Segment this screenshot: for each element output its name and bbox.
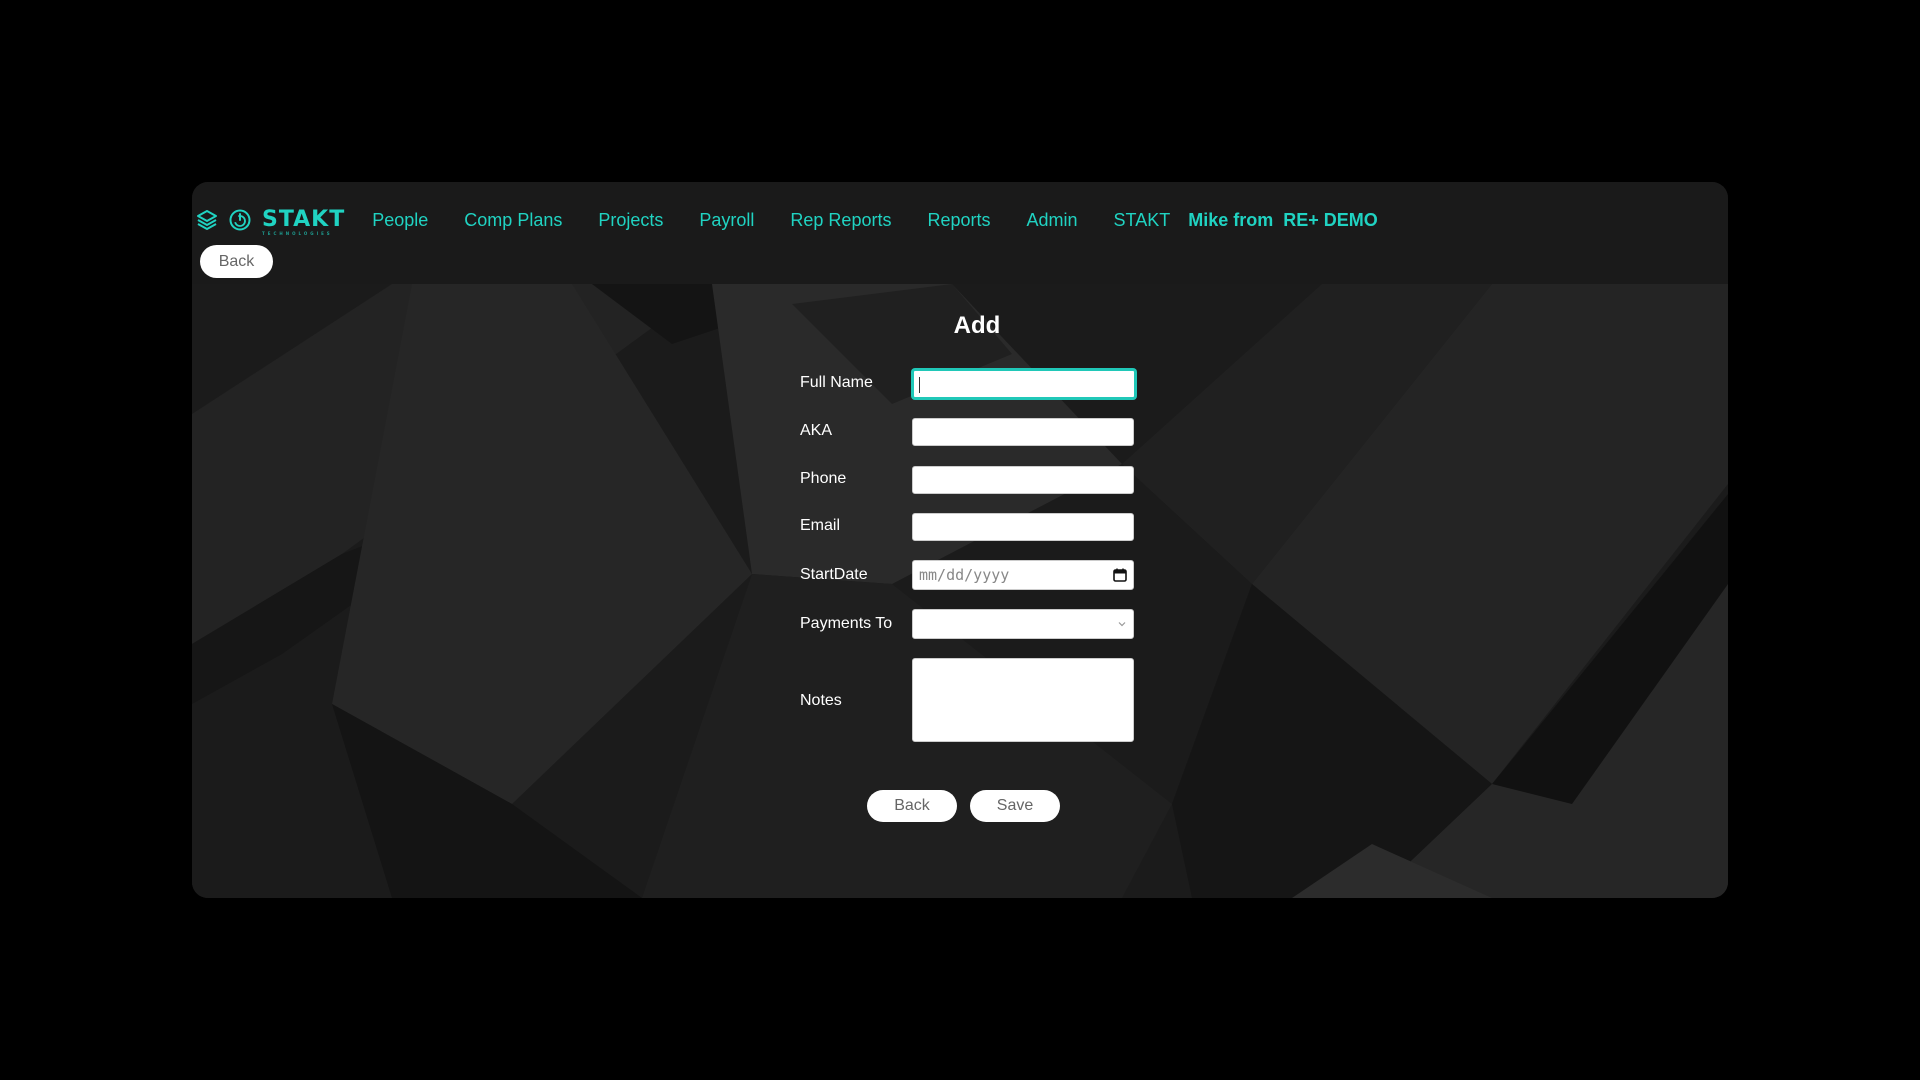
payments-to-select[interactable] [912,609,1134,639]
nav-payroll[interactable]: Payroll [699,210,754,231]
current-user: Mike from RE+ DEMO [1188,210,1378,231]
save-button[interactable]: Save [970,790,1060,822]
form-title: Add [953,312,1001,339]
calendar-icon[interactable] [1113,568,1127,582]
power-icon [227,207,253,233]
phone-label: Phone [800,470,847,487]
start-date-placeholder: mm/dd/yyyy [919,566,1010,584]
logo-subtext: TECHNOLOGIES [262,231,333,236]
top-bar: STAKT TECHNOLOGIES People Comp Plans Pro… [192,182,1728,284]
notes-textarea[interactable] [912,658,1134,742]
app-window: STAKT TECHNOLOGIES People Comp Plans Pro… [192,182,1728,898]
logo-wordmark: STAKT TECHNOLOGIES [262,207,346,236]
start-date-label: StartDate [800,566,868,583]
email-label: Email [800,517,841,534]
notes-label: Notes [800,692,842,709]
nav-reports[interactable]: Reports [927,210,990,231]
nav-admin[interactable]: Admin [1027,210,1078,231]
nav-stakt[interactable]: STAKT [1114,210,1171,231]
full-name-label: Full Name [800,374,873,391]
email-input[interactable] [912,513,1134,541]
phone-input[interactable] [912,466,1134,494]
chevron-down-icon [1117,620,1127,628]
payments-to-label: Payments To [800,615,893,632]
main-nav: STAKT TECHNOLOGIES People Comp Plans Pro… [192,196,1378,244]
content-area: Add Full Name AKA Phone Email StartDate … [192,284,1728,898]
layers-icon [194,207,220,233]
full-name-input[interactable] [912,369,1136,399]
text-caret [919,377,920,393]
nav-rep-reports[interactable]: Rep Reports [790,210,891,231]
user-org: RE+ DEMO [1283,209,1378,230]
nav-comp-plans[interactable]: Comp Plans [464,210,562,231]
top-back-button[interactable]: Back [200,245,273,278]
nav-people[interactable]: People [372,210,428,231]
start-date-input[interactable]: mm/dd/yyyy [912,560,1134,590]
brand-logo[interactable]: STAKT TECHNOLOGIES [194,207,346,236]
aka-input[interactable] [912,418,1134,446]
aka-label: AKA [800,422,833,439]
nav-projects[interactable]: Projects [598,210,663,231]
back-button[interactable]: Back [867,790,957,822]
user-prefix: Mike from [1188,209,1274,230]
